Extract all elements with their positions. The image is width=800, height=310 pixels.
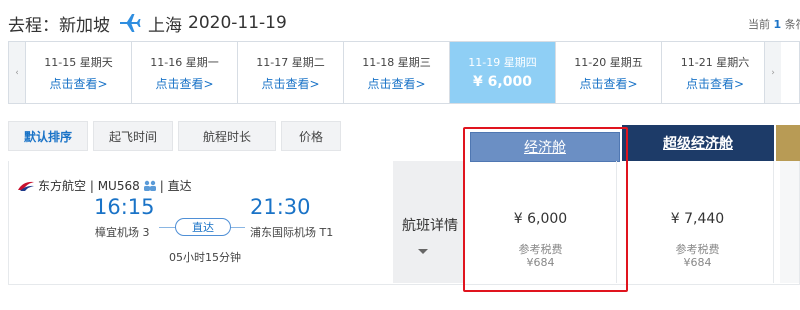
- date-tab-link[interactable]: 点击查看>: [662, 75, 768, 92]
- super-economy-price: ¥ 7,440: [670, 211, 725, 227]
- sort-price[interactable]: 价格: [281, 121, 341, 151]
- date-tab-price: ¥ 6,000: [473, 74, 532, 90]
- date-tab-date: 11-21 星期六: [680, 56, 750, 69]
- departure-time: 16:15: [94, 195, 155, 219]
- economy-price: ¥ 6,000: [513, 211, 568, 227]
- flight-row: 东方航空 | MU568 | 直达 16:15 21:30 直达 樟宜机场 3 …: [8, 161, 800, 285]
- chevron-down-icon[interactable]: [418, 249, 428, 254]
- date-tab-link[interactable]: 点击查看>: [132, 75, 237, 92]
- date-tab-11-20[interactable]: 11-20 星期五 点击查看>: [556, 42, 662, 103]
- date-tab-link[interactable]: 点击查看>: [344, 75, 449, 92]
- date-tab-11-19-selected[interactable]: 11-19 星期四 ¥ 6,000: [450, 42, 556, 103]
- date-tab-11-15[interactable]: 11-15 星期天 点击查看>: [26, 42, 132, 103]
- separator: |: [86, 178, 98, 193]
- next-dates-button[interactable]: ›: [764, 42, 781, 103]
- date-tab-11-21[interactable]: 11-21 星期六 点击查看>: [662, 42, 768, 103]
- plane-icon: [120, 14, 141, 32]
- chevron-left-icon: ‹: [15, 67, 19, 78]
- date-tab-date: 11-16 星期一: [150, 56, 219, 69]
- sort-default[interactable]: 默认排序: [8, 121, 88, 151]
- date-tab-11-16[interactable]: 11-16 星期一 点击查看>: [132, 42, 238, 103]
- date-tab-link[interactable]: 点击查看>: [26, 75, 131, 92]
- airline-line: 东方航空 | MU568 | 直达: [17, 177, 192, 194]
- separator: |: [159, 178, 168, 193]
- cabin-economy-tab[interactable]: 经济舱: [470, 132, 620, 162]
- date-tab-date: 11-17 星期二: [256, 56, 325, 69]
- date-strip: ‹ 11-15 星期天 点击查看> 11-16 星期一 点击查看> 11-17 …: [8, 41, 800, 104]
- route-header: 去程： 新加坡 上海 2020-11-19: [8, 11, 287, 36]
- super-economy-tax-label: 参考税费: [675, 243, 720, 256]
- flight-detail-toggle[interactable]: 航班详情: [393, 161, 465, 283]
- airline-name: 东方航空: [38, 179, 87, 193]
- flight-number[interactable]: MU568: [98, 179, 140, 193]
- economy-tax-label: 参考税费: [518, 243, 563, 256]
- flight-type: 直达: [167, 179, 192, 193]
- route-origin: 新加坡: [59, 15, 110, 36]
- flight-detail-label: 航班详情: [402, 218, 458, 234]
- codeshare-people-icon: [143, 180, 156, 191]
- route-prefix: 去程：: [8, 15, 59, 36]
- sort-duration[interactable]: 航程时长: [178, 121, 276, 151]
- economy-price-cell[interactable]: ¥ 6,000 参考税费 ¥684: [465, 161, 617, 283]
- date-tab-date: 11-15 星期天: [44, 56, 113, 69]
- sort-tabs: 默认排序 起飞时间 航程时长 价格: [8, 121, 346, 151]
- date-tab-link[interactable]: 点击查看>: [556, 75, 661, 92]
- flight-info: 东方航空 | MU568 | 直达 16:15 21:30 直达 樟宜机场 3 …: [9, 161, 393, 283]
- cabin-super-economy-tab[interactable]: 超级经济舱: [622, 125, 774, 161]
- cabin-more-tab[interactable]: [776, 125, 800, 161]
- date-tab-date: 11-20 星期五: [574, 56, 643, 69]
- date-tab-link[interactable]: 点击查看>: [238, 75, 343, 92]
- date-tab-date: 11-19 星期四: [468, 56, 537, 69]
- arrival-time: 21:30: [250, 195, 311, 219]
- page-indicator-current: 1: [773, 18, 782, 31]
- date-tab-11-18[interactable]: 11-18 星期三 点击查看>: [344, 42, 450, 103]
- flight-duration: 05小时15分钟: [169, 251, 241, 264]
- more-cabin-cell: [780, 161, 799, 283]
- date-tab-date: 11-18 星期三: [362, 56, 431, 69]
- page-indicator: 当前 1 条符: [748, 16, 800, 32]
- prev-dates-button[interactable]: ‹: [9, 42, 26, 103]
- page-indicator-prefix: 当前: [748, 18, 770, 31]
- super-economy-price-cell[interactable]: ¥ 7,440 参考税费 ¥684: [622, 161, 774, 283]
- chevron-right-icon: ›: [771, 67, 775, 78]
- super-economy-tax-value: ¥684: [683, 256, 712, 269]
- economy-tax-value: ¥684: [526, 256, 555, 269]
- china-eastern-logo-icon: [18, 181, 34, 191]
- arrival-airport: 浦东国际机场 T1: [250, 226, 334, 239]
- sort-departure-time[interactable]: 起飞时间: [93, 121, 173, 151]
- departure-airport: 樟宜机场 3: [95, 226, 150, 239]
- route-destination: 上海: [148, 15, 182, 36]
- route-date: 2020-11-19: [188, 13, 287, 33]
- date-tab-11-17[interactable]: 11-17 星期二 点击查看>: [238, 42, 344, 103]
- direct-badge: 直达: [175, 218, 231, 236]
- page-indicator-suffix: 条符: [784, 18, 800, 31]
